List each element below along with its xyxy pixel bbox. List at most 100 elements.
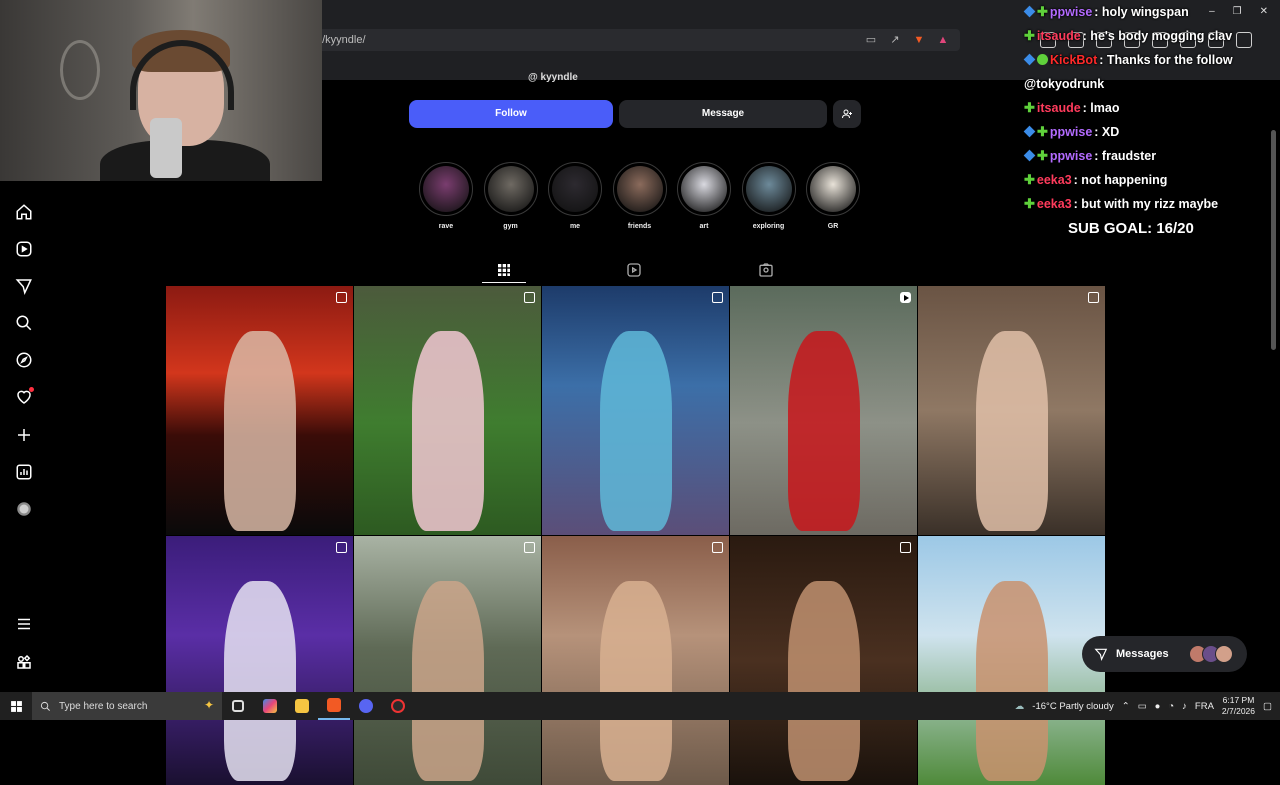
highlight-gr[interactable]: GR: [805, 162, 861, 230]
post-tile[interactable]: [542, 536, 729, 785]
carousel-icon: [524, 292, 535, 303]
windows-start-icon[interactable]: [0, 692, 32, 720]
suggested-users-button[interactable]: [833, 100, 861, 128]
address-bar[interactable]: n/kyyndle/ ▭ ↗ ▼ ▲: [300, 29, 960, 51]
system-tray: ☁ -16°C Partly cloudy ⌃ ▭ ● ◔ ♪ FRA 6:17…: [1015, 692, 1280, 720]
network-icon[interactable]: ▭: [1138, 701, 1147, 712]
clock-date: 2/7/2026: [1221, 706, 1256, 716]
file-explorer-icon[interactable]: [286, 692, 318, 720]
active-tab-indicator: [482, 282, 526, 283]
highlight-gym[interactable]: gym: [483, 162, 539, 230]
highlight-exploring[interactable]: exploring: [741, 162, 797, 230]
mic-tray-icon[interactable]: ●: [1155, 701, 1161, 712]
language-indicator[interactable]: FRA: [1195, 701, 1214, 712]
task-view-icon[interactable]: [222, 692, 254, 720]
highlight-cover: [548, 162, 602, 216]
post-tile[interactable]: [918, 286, 1105, 535]
direct-messages-icon[interactable]: [14, 276, 34, 296]
chat-message: ✚ eeka3: but with my rizz maybe: [1024, 192, 1274, 216]
post-photo-subject: [412, 581, 484, 781]
dashboard-icon[interactable]: [14, 462, 34, 482]
chevron-up-icon[interactable]: ⌃: [1122, 701, 1130, 712]
chat-text: : lmao: [1082, 101, 1120, 115]
reels-tab-icon[interactable]: [626, 262, 642, 278]
post-tile[interactable]: [166, 536, 353, 785]
messages-label: Messages: [1116, 648, 1169, 660]
highlight-rave[interactable]: rave: [418, 162, 474, 230]
highlight-cover: [612, 162, 667, 216]
post-tile[interactable]: [354, 286, 541, 535]
chat-username: eeka3: [1036, 173, 1072, 187]
screen-icon[interactable]: ▭: [864, 33, 878, 47]
verified-plus-icon: ✚: [1037, 148, 1048, 163]
home-icon[interactable]: [14, 202, 34, 222]
reels-icon[interactable]: [14, 239, 34, 259]
highlight-art[interactable]: art: [676, 162, 732, 230]
volume-icon[interactable]: ♪: [1182, 701, 1187, 712]
carousel-icon: [712, 292, 723, 303]
wifi-icon[interactable]: ◔: [1168, 701, 1174, 712]
post-tile[interactable]: [354, 536, 541, 785]
carousel-icon: [1088, 292, 1099, 303]
chat-message: ✚ ppwise: XD: [1023, 120, 1274, 144]
chat-text: : Thanks for the follow: [1099, 53, 1233, 67]
highlight-friends[interactable]: friends: [612, 162, 668, 230]
meta-apps-icon[interactable]: [14, 652, 34, 672]
post-tile[interactable]: [730, 536, 917, 785]
clock-time: 6:17 PM: [1222, 695, 1255, 705]
notifications-heart-icon[interactable]: [14, 387, 34, 407]
explore-icon[interactable]: [14, 350, 34, 370]
post-photo-subject: [600, 331, 672, 531]
chat-username: ppwise: [1049, 5, 1093, 19]
chat-message: ✚ itsaude: he's body mogging clav: [1024, 24, 1274, 48]
chat-text: : he's body mogging clav: [1082, 29, 1233, 43]
highlight-me[interactable]: me: [547, 162, 603, 230]
create-plus-icon[interactable]: [14, 425, 34, 445]
bot-check-icon: [1037, 54, 1048, 65]
carousel-icon: [712, 542, 723, 553]
chat-text: : fraudster: [1094, 149, 1157, 163]
windows-taskbar: Type here to search ✦ ☁ -16°C Partly clo…: [0, 692, 1280, 720]
chat-message: ✚ ppwise: holy wingspan: [1023, 0, 1274, 24]
highlight-label: exploring: [752, 223, 785, 230]
post-tile[interactable]: [918, 536, 1105, 785]
post-photo-subject: [788, 581, 860, 781]
carousel-icon: [524, 542, 535, 553]
highlight-label: rave: [438, 223, 454, 230]
notification-center-icon[interactable]: ▢: [1263, 701, 1272, 712]
chat-message: ✚ eeka3: not happening: [1024, 168, 1274, 192]
highlight-cover: [741, 162, 796, 216]
messages-button[interactable]: Messages: [1082, 636, 1247, 672]
verified-plus-icon: ✚: [1024, 172, 1035, 187]
post-photo-subject: [412, 331, 484, 531]
discord-icon[interactable]: [350, 692, 382, 720]
brave-browser-icon[interactable]: [318, 692, 350, 720]
weather-icon[interactable]: ☁: [1015, 701, 1025, 712]
carousel-icon: [336, 292, 347, 303]
taskbar-search-field[interactable]: Type here to search ✦: [32, 692, 222, 720]
search-icon[interactable]: [14, 313, 34, 333]
profile-handle: @ kyyndle: [528, 72, 578, 83]
sub-goal-counter: SUB GOAL: 16/20: [1068, 220, 1194, 237]
post-photo-subject: [788, 331, 860, 531]
weather-text[interactable]: -16°C Partly cloudy: [1032, 701, 1113, 712]
posts-grid-tab-icon[interactable]: [496, 262, 512, 278]
menu-icon[interactable]: [14, 614, 34, 634]
reel-icon: [900, 292, 911, 303]
chat-text: : XD: [1094, 125, 1120, 139]
tagged-tab-icon[interactable]: [758, 262, 774, 278]
post-tile[interactable]: [542, 286, 729, 535]
clock[interactable]: 6:17 PM 2/7/2026: [1222, 695, 1255, 717]
share-icon[interactable]: ↗: [888, 33, 902, 47]
copilot-icon[interactable]: [254, 692, 286, 720]
message-button[interactable]: Message: [619, 100, 827, 128]
brave-rewards-icon[interactable]: ▲: [936, 33, 950, 47]
verified-plus-icon: ✚: [1037, 124, 1048, 139]
post-tile[interactable]: [166, 286, 353, 535]
post-tile[interactable]: [730, 286, 917, 535]
brave-shield-icon[interactable]: ▼: [912, 33, 926, 47]
obs-icon[interactable]: [382, 692, 414, 720]
post-photo-subject: [600, 581, 672, 781]
profile-avatar-icon[interactable]: [14, 499, 34, 519]
follow-button[interactable]: Follow: [409, 100, 613, 128]
